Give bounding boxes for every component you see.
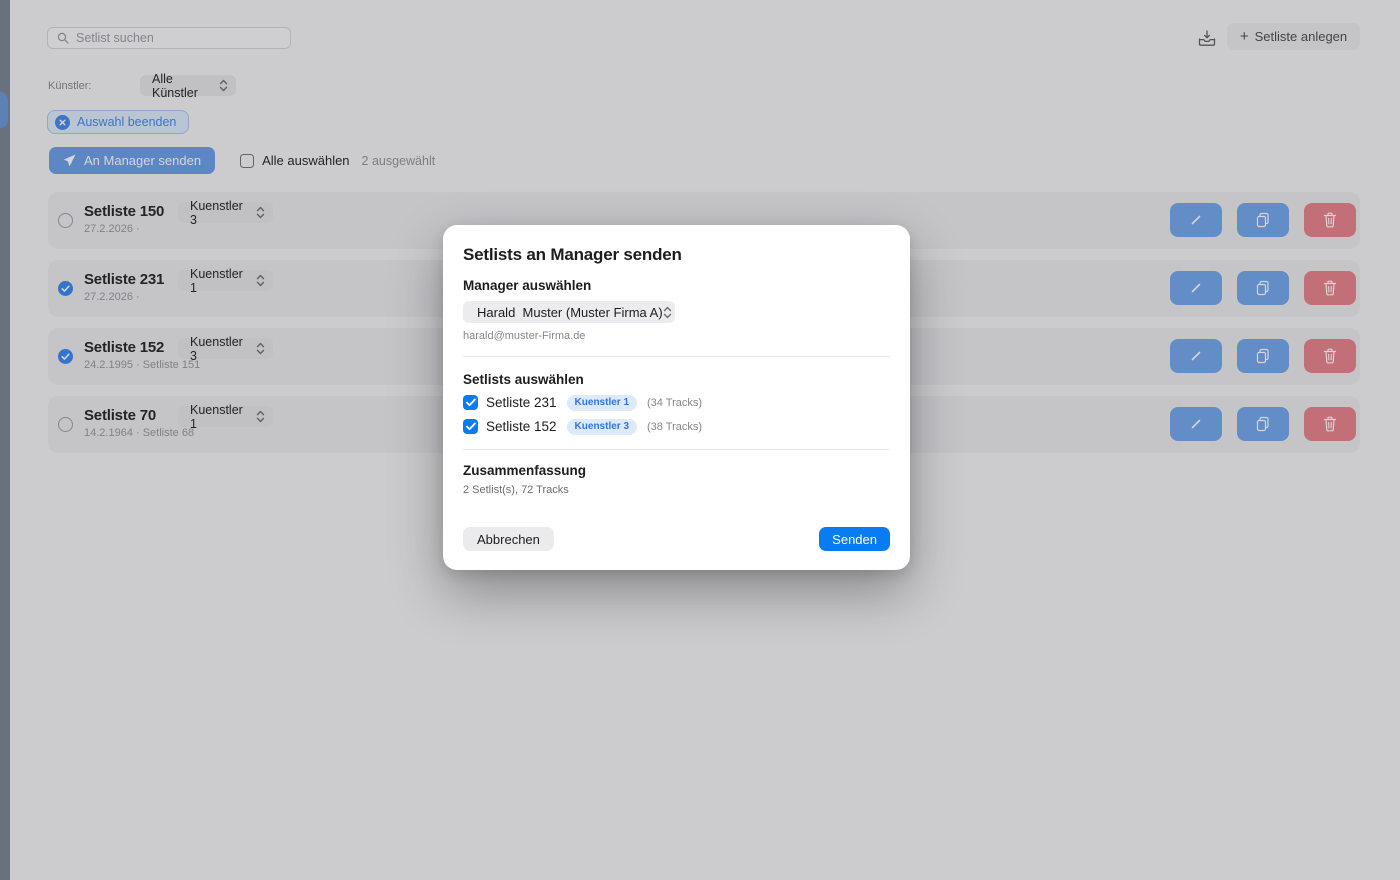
artist-badge: Kuenstler 3 — [567, 419, 637, 435]
manager-select[interactable]: Harald Muster (Muster Firma A) — [463, 301, 675, 323]
modal-footer: Abbrechen Senden — [463, 527, 890, 551]
modal-title: Setlists an Manager senden — [463, 245, 890, 265]
send-to-manager-modal: Setlists an Manager senden Manager auswä… — [443, 225, 910, 570]
summary-section-label: Zusammenfassung — [463, 463, 890, 478]
setlist-option[interactable]: Setliste 152 Kuenstler 3 (38 Tracks) — [463, 418, 890, 435]
checked-checkbox-icon[interactable] — [463, 395, 478, 410]
track-count: (38 Tracks) — [647, 421, 702, 433]
manager-select-value: Harald Muster (Muster Firma A) — [477, 305, 663, 320]
checked-checkbox-icon[interactable] — [463, 419, 478, 434]
send-button[interactable]: Senden — [819, 527, 890, 551]
summary-text: 2 Setlist(s), 72 Tracks — [463, 484, 890, 496]
setlists-section-label: Setlists auswählen — [463, 372, 890, 387]
artist-badge: Kuenstler 1 — [567, 395, 637, 411]
chevron-updown-icon — [663, 276, 685, 349]
cancel-button[interactable]: Abbrechen — [463, 527, 554, 551]
track-count: (34 Tracks) — [647, 397, 702, 409]
setlist-option-label: Setliste 152 — [486, 419, 557, 434]
setlist-option[interactable]: Setliste 231 Kuenstler 1 (34 Tracks) — [463, 394, 890, 411]
setlist-option-label: Setliste 231 — [486, 395, 557, 410]
divider — [463, 356, 890, 357]
divider — [463, 449, 890, 450]
